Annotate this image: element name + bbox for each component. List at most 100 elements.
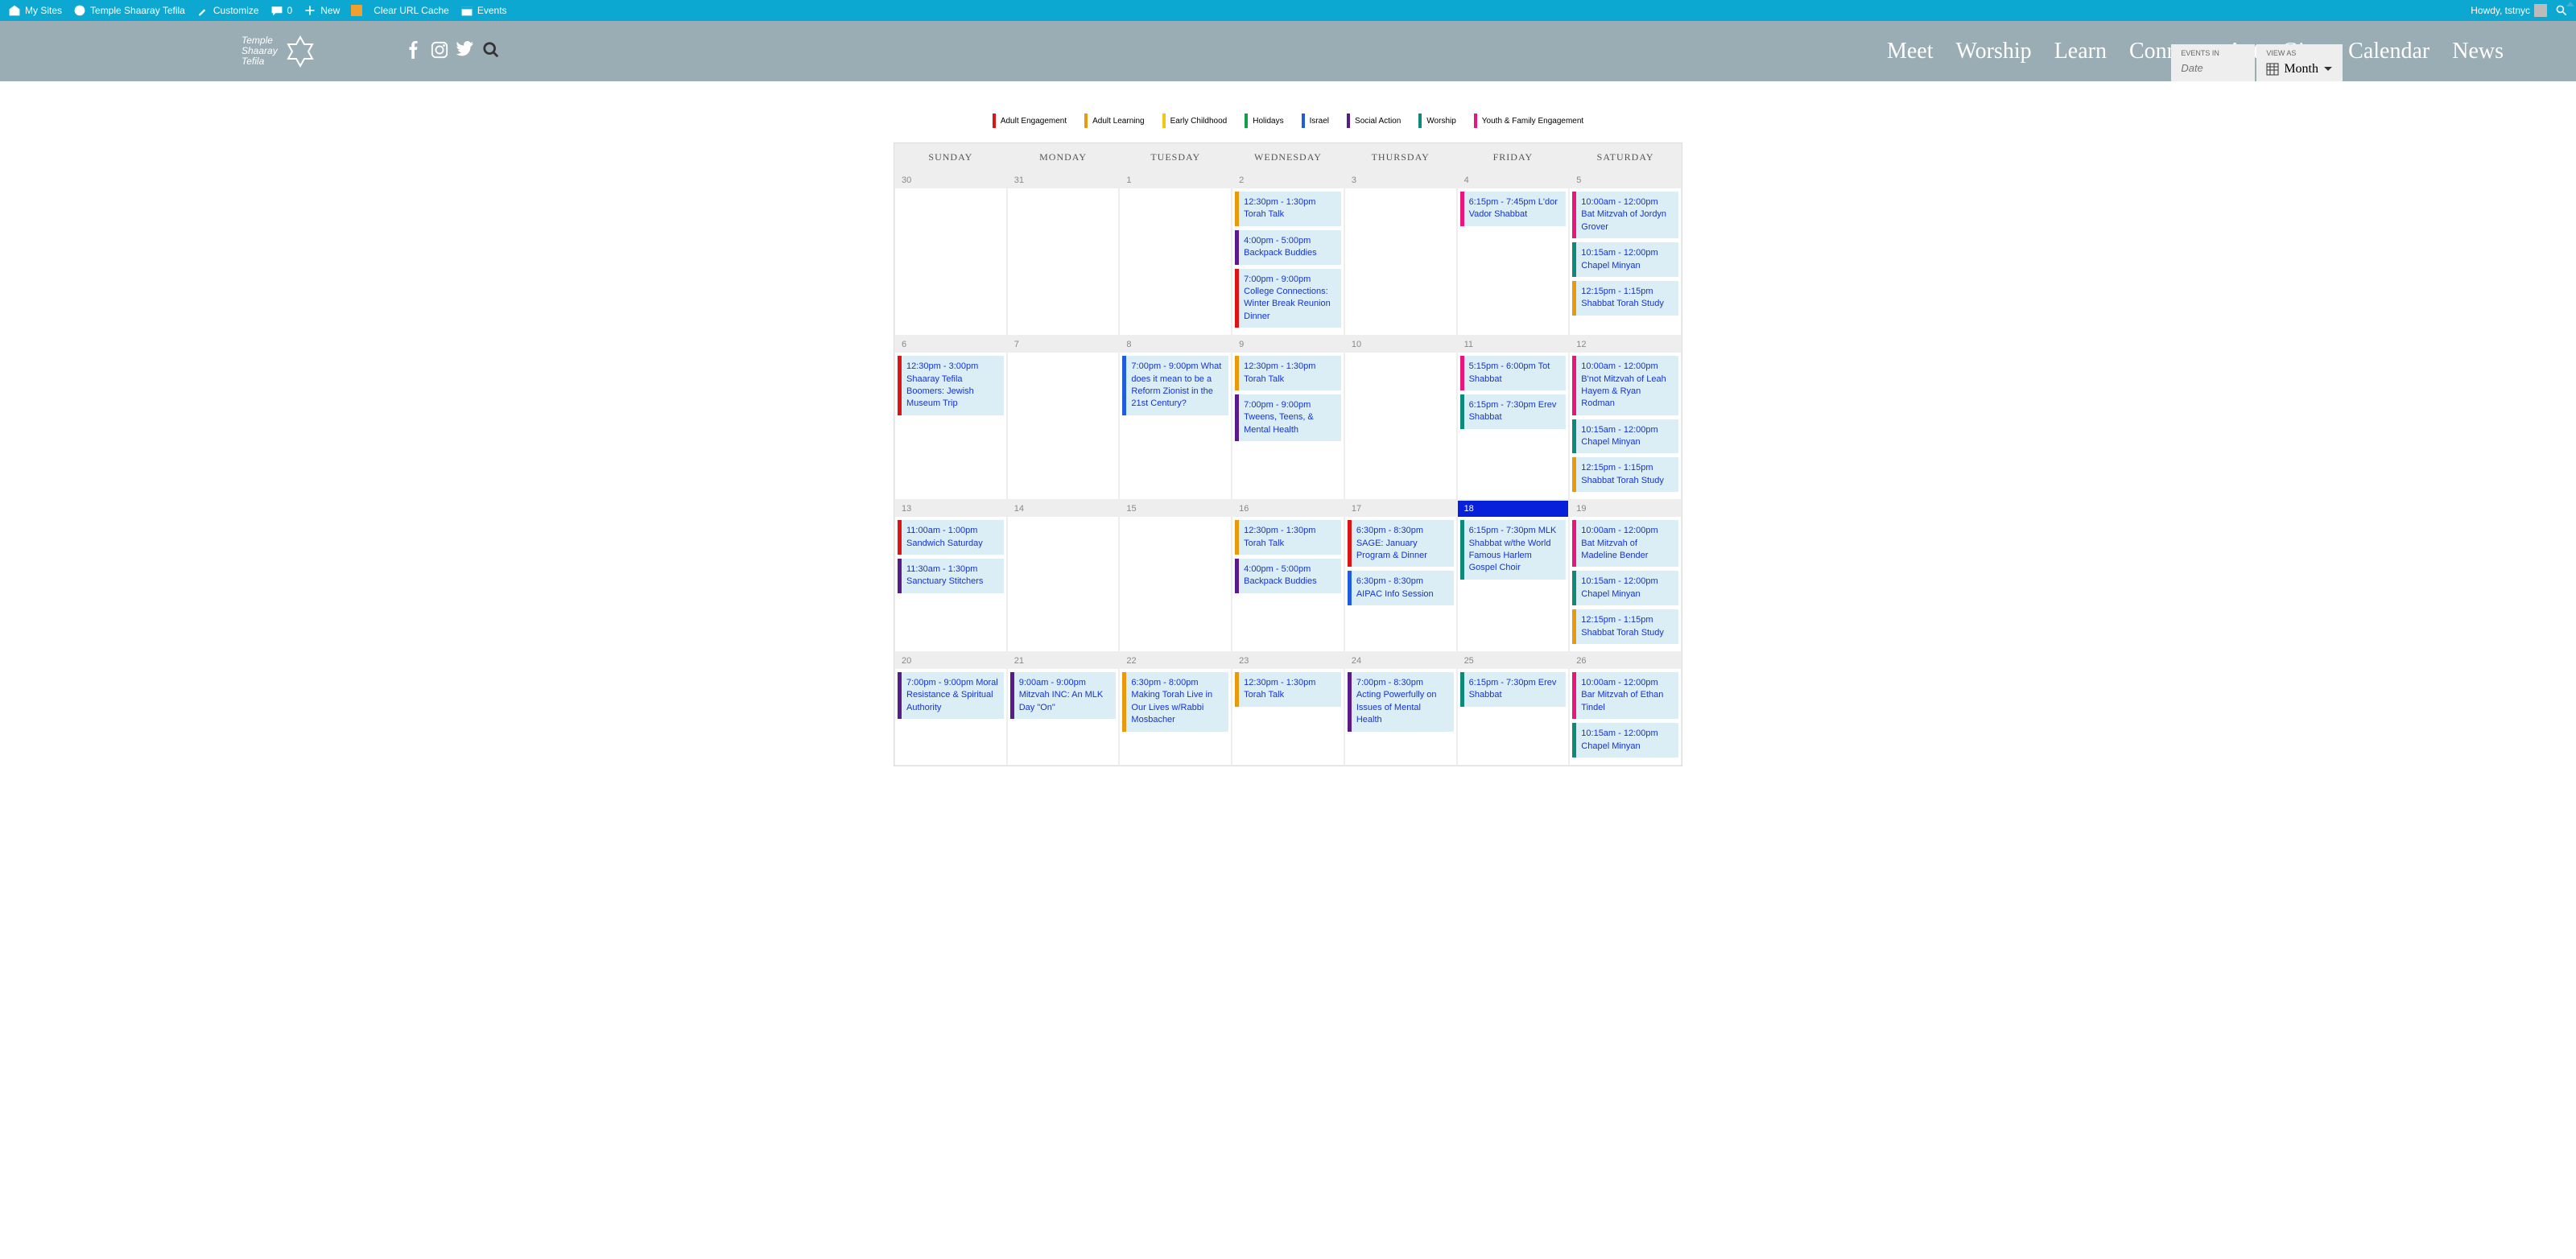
calendar-day[interactable]: 9 12:30pm - 1:30pm Torah Talk 7:00pm - 9:0… [1232,336,1344,500]
event-item[interactable]: 11:00am - 1:00pm Sandwich Saturday [898,520,1004,555]
site-logo[interactable]: TempleShaarayTefila [242,35,316,68]
calendar-day[interactable]: 510:00am - 12:00pm Bat Mitzvah of Jordyn… [1569,171,1682,336]
event-item[interactable]: 12:30pm - 1:30pm Torah Talk [1235,672,1341,707]
calendar-day[interactable]: 7 [1007,336,1120,500]
day-number: 21 [1008,653,1119,669]
calendar-day[interactable]: 2312:30pm - 1:30pm Torah Talk [1232,652,1344,766]
collapse-triangle[interactable] [2566,2,2574,6]
nav-calendar[interactable]: Calendar [2348,39,2429,64]
event-item[interactable]: 7:00pm - 9:00pm Tweens, Teens, & Mental … [1235,394,1341,441]
event-item[interactable]: 4:00pm - 5:00pm Backpack Buddies [1235,559,1341,593]
day-number: 9 [1232,336,1344,353]
nav-meet[interactable]: Meet [1887,39,1934,64]
event-item[interactable]: 7:00pm - 9:00pm Moral Resistance & Spiri… [898,672,1004,719]
event-item[interactable]: 7:00pm - 9:00pm What does it mean to be … [1122,356,1228,415]
calendar-day[interactable]: 2610:00am - 12:00pm Bar Mitzvah of Ethan… [1569,652,1682,766]
calendar-day[interactable]: 115:15pm - 6:00pm Tot Shabbat6:15pm - 7:… [1457,336,1570,500]
event-item[interactable]: 10:15am - 12:00pm Chapel Minyan [1572,571,1678,605]
day-events: 10:00am - 12:00pm B'not Mitzvah of Leah … [1570,353,1681,499]
comments-link[interactable]: 0 [270,4,293,17]
calendar-day[interactable]: 226:30pm - 8:00pm Making Torah Live in O… [1119,652,1232,766]
calendar-day[interactable]: 14 [1007,500,1120,652]
events-admin-link[interactable]: Events [460,4,507,17]
event-item[interactable]: 6:15pm - 7:30pm Erev Shabbat [1460,672,1567,707]
calendar-day[interactable]: 207:00pm - 9:00pm Moral Resistance & Spi… [894,652,1007,766]
customize-link[interactable]: Customize [196,4,259,17]
howdy-link[interactable]: Howdy, tstnyc [2471,4,2547,17]
event-item[interactable]: 12:30pm - 1:30pm Torah Talk [1235,192,1341,226]
calendar-day[interactable]: 31 [1007,171,1120,336]
calendar-day[interactable]: 46:15pm - 7:45pm L'dor Vador Shabbat [1457,171,1570,336]
event-item[interactable]: 10:00am - 12:00pm Bat Mitzvah of Jordyn … [1572,192,1678,238]
legend-early-childhood[interactable]: Early Childhood [1162,114,1228,128]
legend-label: Adult Learning [1092,117,1145,126]
event-item[interactable]: 11:30am - 1:30pm Sanctuary Stitchers [898,559,1004,593]
calendar-day[interactable]: 87:00pm - 9:00pm What does it mean to be… [1119,336,1232,500]
legend-worship[interactable]: Worship [1418,114,1456,128]
my-sites-link[interactable]: My Sites [8,4,62,17]
site-link[interactable]: Temple Shaaray Tefila [73,4,185,17]
instagram-icon[interactable] [431,41,448,61]
calendar-day[interactable]: 3 [1344,171,1457,336]
new-link[interactable]: New [303,4,340,17]
calendar-day[interactable]: 1210:00am - 12:00pm B'not Mitzvah of Lea… [1569,336,1682,500]
day-number: 10 [1345,336,1456,353]
calendar-day[interactable]: 30 [894,171,1007,336]
calendar-controls: EVENTS IN VIEW AS Month [2171,44,2343,81]
view-as-control[interactable]: VIEW AS Month [2256,44,2343,81]
event-item[interactable]: 12:15pm - 1:15pm Shabbat Torah Study [1572,609,1678,644]
legend-youth-family-engagement[interactable]: Youth & Family Engagement [1474,114,1583,128]
calendar-day[interactable]: 21 9:00am - 9:00pm Mitzvah INC: An MLK Da… [1007,652,1120,766]
event-item[interactable]: 10:00am - 12:00pm Bar Mitzvah of Ethan T… [1572,672,1678,719]
calendar-day[interactable]: 1910:00am - 12:00pm Bat Mitzvah of Madel… [1569,500,1682,652]
event-item[interactable]: 10:15am - 12:00pm Chapel Minyan [1572,723,1678,757]
calendar-day[interactable]: 1311:00am - 1:00pm Sandwich Saturday11:3… [894,500,1007,652]
event-item[interactable]: 7:00pm - 9:00pm College Connections: Win… [1235,269,1341,328]
legend-social-action[interactable]: Social Action [1347,114,1401,128]
calendar-day[interactable]: 1612:30pm - 1:30pm Torah Talk4:00pm - 5:… [1232,500,1344,652]
date-input[interactable] [2181,62,2245,74]
event-item[interactable]: 10:15am - 12:00pm Chapel Minyan [1572,419,1678,454]
event-item[interactable]: 9:00am - 9:00pm Mitzvah INC: An MLK Day … [1010,672,1117,719]
facebook-icon[interactable] [405,41,423,61]
calendar-day[interactable]: 212:30pm - 1:30pm Torah Talk4:00pm - 5:0… [1232,171,1344,336]
event-item[interactable]: 4:00pm - 5:00pm Backpack Buddies [1235,230,1341,265]
event-item[interactable]: 12:15pm - 1:15pm Shabbat Torah Study [1572,281,1678,316]
event-item[interactable]: 12:15pm - 1:15pm Shabbat Torah Study [1572,457,1678,492]
calendar-day[interactable]: 186:15pm - 7:30pm MLK Shabbat w/the Worl… [1457,500,1570,652]
clear-cache-link[interactable]: Clear URL Cache [374,5,449,16]
event-item[interactable]: 6:15pm - 7:30pm MLK Shabbat w/the World … [1460,520,1567,580]
calendar-day[interactable]: 256:15pm - 7:30pm Erev Shabbat [1457,652,1570,766]
twitter-icon[interactable] [456,41,474,61]
event-item[interactable]: 6:30pm - 8:00pm Making Torah Live in Our… [1122,672,1228,732]
event-item[interactable]: 10:00am - 12:00pm B'not Mitzvah of Leah … [1572,356,1678,415]
legend-adult-engagement[interactable]: Adult Engagement [993,114,1067,128]
header-search-icon[interactable] [482,41,500,61]
event-item[interactable]: 6:30pm - 8:30pm AIPAC Info Session [1348,571,1454,605]
event-item[interactable]: 12:30pm - 1:30pm Torah Talk [1235,356,1341,390]
calendar-day[interactable]: 15 [1119,500,1232,652]
day-number: 3 [1345,172,1456,188]
nav-news[interactable]: News [2452,39,2504,64]
event-item[interactable]: 7:00pm - 8:30pm Acting Powerfully on Iss… [1348,672,1454,732]
event-item[interactable]: 10:00am - 12:00pm Bat Mitzvah of Madelin… [1572,520,1678,567]
nav-learn[interactable]: Learn [2054,39,2107,64]
wpml-link[interactable] [351,5,362,16]
calendar-day[interactable]: 247:00pm - 8:30pm Acting Powerfully on I… [1344,652,1457,766]
event-item[interactable]: 12:30pm - 3:00pm Shaaray Tefila Boomers:… [898,356,1004,415]
calendar-day[interactable]: 10 [1344,336,1457,500]
nav-worship[interactable]: Worship [1956,39,2032,64]
event-item[interactable]: 6:15pm - 7:45pm L'dor Vador Shabbat [1460,192,1567,226]
calendar-day[interactable]: 1 [1119,171,1232,336]
event-item[interactable]: 6:30pm - 8:30pm SAGE: January Program & … [1348,520,1454,567]
event-item[interactable]: 6:15pm - 7:30pm Erev Shabbat [1460,394,1567,429]
legend-israel[interactable]: Israel [1302,114,1329,128]
legend-holidays[interactable]: Holidays [1245,114,1283,128]
calendar-day[interactable]: 176:30pm - 8:30pm SAGE: January Program … [1344,500,1457,652]
calendar-day[interactable]: 612:30pm - 3:00pm Shaaray Tefila Boomers… [894,336,1007,500]
event-item[interactable]: 10:15am - 12:00pm Chapel Minyan [1572,242,1678,277]
legend-adult-learning[interactable]: Adult Learning [1084,114,1145,128]
event-item[interactable]: 5:15pm - 6:00pm Tot Shabbat [1460,356,1567,390]
legend-bar [1418,114,1422,128]
event-item[interactable]: 12:30pm - 1:30pm Torah Talk [1235,520,1341,555]
